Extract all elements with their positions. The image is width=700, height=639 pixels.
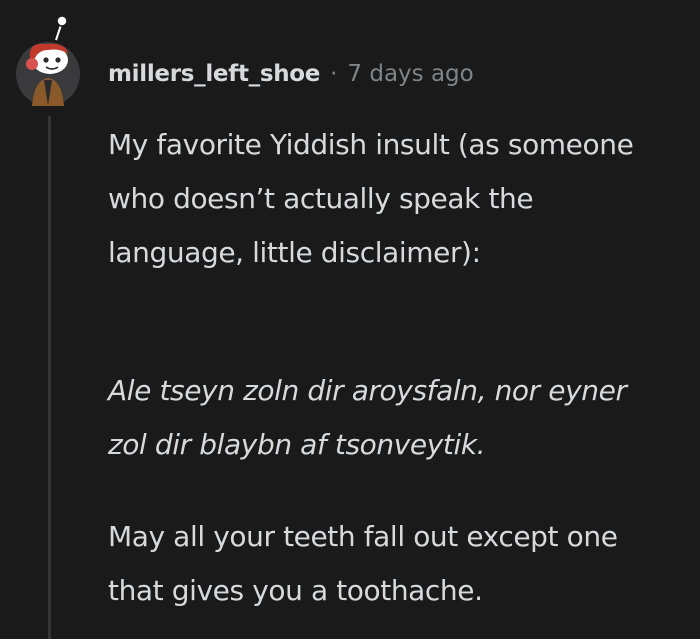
author-username[interactable]: millers_left_shoe xyxy=(108,61,320,87)
comment: millers_left_shoe · 7 days ago My favori… xyxy=(0,0,700,639)
thread-collapse-line[interactable] xyxy=(48,116,51,639)
comment-timestamp[interactable]: 7 days ago xyxy=(347,61,473,87)
comment-paragraph: May all your teeth fall out except one t… xyxy=(108,520,618,607)
comment-header: millers_left_shoe · 7 days ago xyxy=(108,54,474,94)
comment-paragraph-italic: Ale tseyn zoln dir aroysfaln, nor eyner … xyxy=(108,374,627,461)
comment-paragraph: My favorite Yiddish insult (as someone w… xyxy=(108,128,634,269)
user-avatar[interactable] xyxy=(16,14,80,108)
meta-separator: · xyxy=(330,61,338,87)
snoo-avatar-icon xyxy=(16,15,80,106)
